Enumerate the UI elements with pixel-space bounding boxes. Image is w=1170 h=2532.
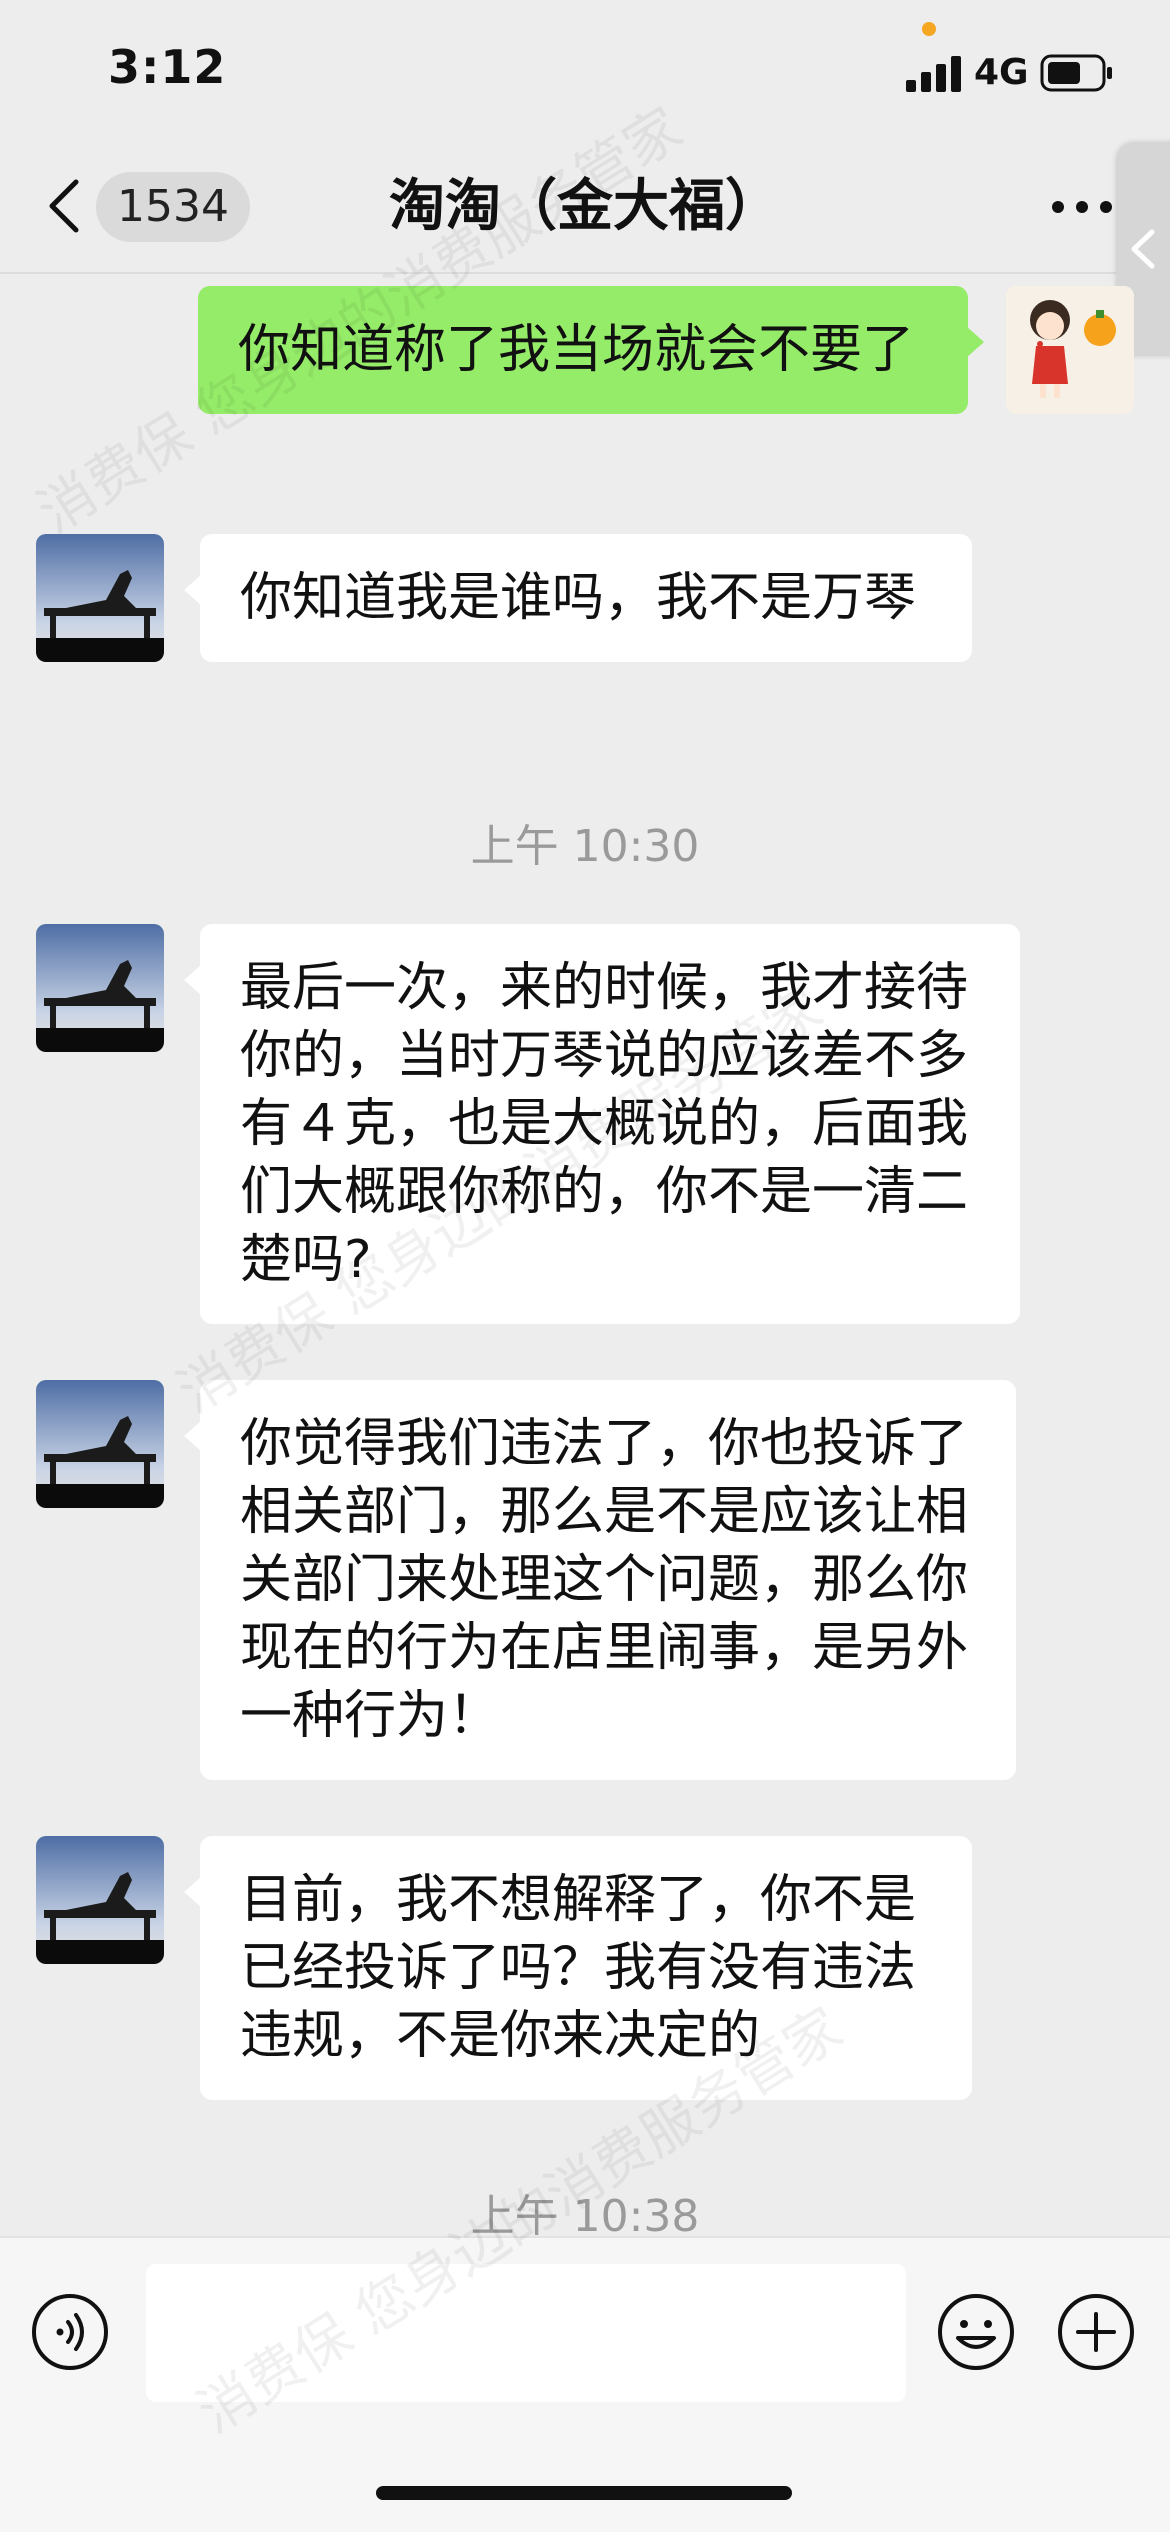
emoji-icon[interactable] bbox=[936, 2292, 1016, 2372]
battery-icon bbox=[1040, 54, 1112, 92]
ellipsis-icon[interactable] bbox=[1050, 198, 1114, 216]
unread-count-badge[interactable]: 1534 bbox=[96, 172, 250, 242]
network-type-label: 4G bbox=[974, 52, 1029, 93]
message-timestamp: 上午 10:38 bbox=[470, 2191, 700, 2242]
silhouette-on-bench-avatar-image bbox=[36, 1836, 164, 1964]
chevron-left-icon bbox=[1131, 229, 1155, 269]
message-bubble-incoming[interactable]: 目前，我不想解释了，你不是已经投诉了吗？我有没有违法违规，不是你来决定的 bbox=[184, 1836, 972, 2100]
chevron-left-icon[interactable] bbox=[44, 176, 84, 236]
message-bubble-incoming[interactable]: 你觉得我们违法了，你也投诉了相关部门，那么是不是应该让相关部门来处理这个问题，那… bbox=[184, 1380, 1016, 1780]
privacy-indicator-dot bbox=[922, 22, 936, 36]
status-time: 3:12 bbox=[108, 40, 227, 94]
chat-header: 1534 淘淘（金大福） bbox=[0, 140, 1170, 274]
message-text-input[interactable] bbox=[146, 2264, 906, 2402]
chat-screen: 3:12 4G 1534 淘淘（金大福） 你知道称了我当场就会不要了 你知道我是… bbox=[0, 0, 1170, 2532]
message-bubble-incoming[interactable]: 你知道我是谁吗，我不是万琴 bbox=[184, 534, 972, 662]
silhouette-on-bench-avatar-image bbox=[36, 924, 164, 1052]
silhouette-on-bench-avatar-image bbox=[36, 534, 164, 662]
home-indicator[interactable] bbox=[376, 2486, 792, 2500]
cartoon-girl-avatar-image bbox=[1006, 286, 1134, 414]
contact-avatar[interactable] bbox=[36, 924, 164, 1052]
self-avatar[interactable] bbox=[1006, 286, 1134, 414]
message-timestamp: 上午 10:30 bbox=[470, 821, 700, 872]
voice-input-icon[interactable] bbox=[30, 2292, 110, 2372]
silhouette-on-bench-avatar-image bbox=[36, 1380, 164, 1508]
chat-title: 淘淘（金大福） bbox=[389, 174, 781, 239]
contact-avatar[interactable] bbox=[36, 1836, 164, 1964]
contact-avatar[interactable] bbox=[36, 534, 164, 662]
cellular-signal-icon bbox=[906, 56, 961, 92]
message-bubble-incoming[interactable]: 最后一次，来的时候，我才接待你的，当时万琴说的应该差不多有４克，也是大概说的，后… bbox=[184, 924, 1020, 1324]
message-bubble-outgoing[interactable]: 你知道称了我当场就会不要了 bbox=[198, 286, 984, 414]
plus-icon[interactable] bbox=[1056, 2292, 1136, 2372]
contact-avatar[interactable] bbox=[36, 1380, 164, 1508]
